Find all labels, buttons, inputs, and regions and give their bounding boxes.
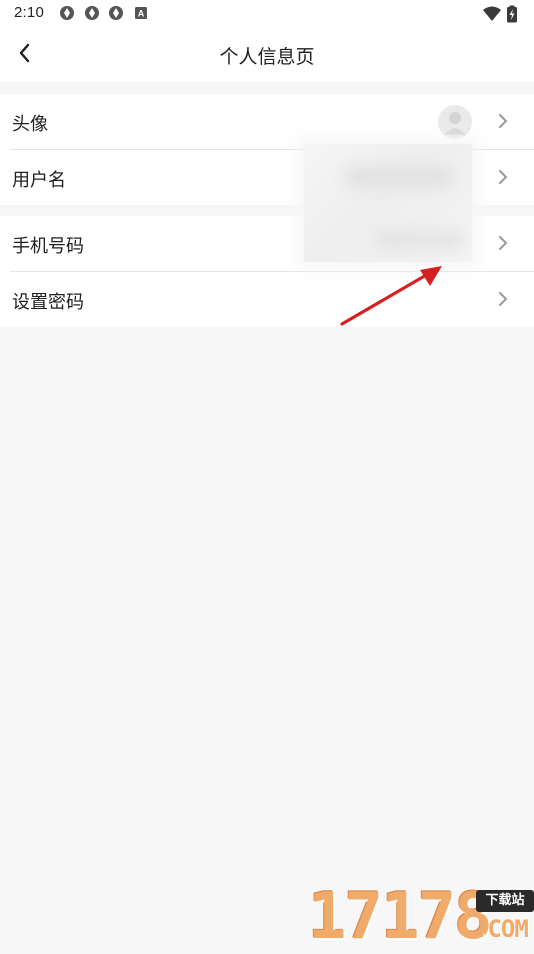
chevron-right-icon — [496, 233, 510, 253]
notification-app-icon — [108, 5, 124, 21]
chevron-right-icon — [496, 289, 510, 309]
settings-row-label: 头像 — [12, 114, 48, 135]
settings-row-password[interactable]: 设置密码 — [0, 272, 534, 327]
chevron-right-icon — [496, 111, 510, 131]
watermark-badge: 下载站 — [476, 890, 534, 912]
watermark-digits: 17178 — [308, 880, 493, 954]
settings-row-label: 设置密码 — [12, 292, 84, 313]
settings-row-label: 手机号码 — [12, 236, 84, 257]
avatar[interactable] — [438, 105, 472, 139]
blurred-redaction — [304, 144, 472, 262]
blurred-username — [344, 166, 454, 188]
status-bar: 2:10 A — [0, 0, 534, 28]
notification-a-icon: A — [133, 5, 149, 21]
battery-charging-icon — [506, 5, 520, 23]
page-title: 个人信息页 — [219, 46, 315, 68]
status-time: 2:10 — [14, 4, 44, 21]
watermark-suffix: .COM — [474, 915, 529, 943]
notification-letter: A — [138, 9, 145, 19]
app-header: 个人信息页 — [0, 28, 534, 82]
notification-app-icon — [84, 5, 100, 21]
annotation-arrow-icon — [334, 262, 446, 330]
notification-app-icon — [59, 5, 75, 21]
chevron-right-icon — [496, 167, 510, 187]
wifi-icon — [482, 5, 502, 23]
settings-row-avatar[interactable]: 头像 — [0, 94, 534, 150]
settings-row-label: 用户名 — [12, 170, 66, 191]
blurred-phone-number — [374, 230, 464, 250]
default-user-icon — [438, 105, 472, 139]
watermark-logo: 17178 下载站 .COM — [308, 884, 534, 950]
